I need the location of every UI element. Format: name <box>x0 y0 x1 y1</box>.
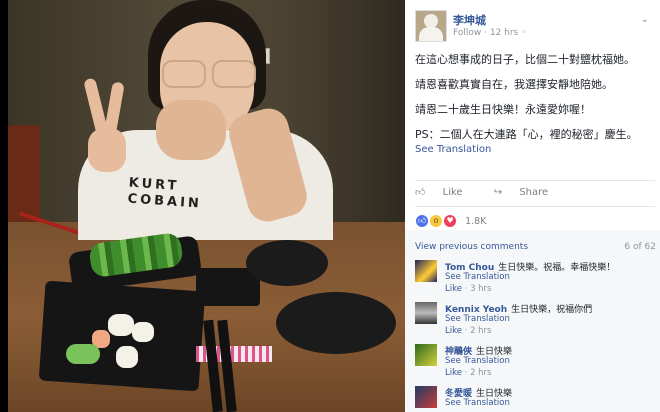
author-name[interactable]: 李坤城 <box>453 12 486 28</box>
post-side-panel: 李坤城 Follow · 12 hrs ◦ ⌄ 在這心想事成的日子，比個二十對鹽… <box>405 0 660 412</box>
wow-icon: o <box>429 214 444 228</box>
comment-like-link[interactable]: Like <box>445 326 462 336</box>
post-line: 靖恩喜歡真實自在，我選擇安靜地陪她。 <box>415 78 613 91</box>
post-line: 靖恩二十歲生日快樂！永遠愛妳喔！ <box>415 103 591 116</box>
reaction-count: 1.8K <box>465 215 487 227</box>
comment-like-link[interactable]: Like <box>445 284 462 294</box>
photo-v-sign-hand <box>83 77 126 188</box>
comment-text: 生日快樂。祝福。幸福快樂！ <box>498 263 616 273</box>
comment-time[interactable]: 2 hrs <box>470 368 491 378</box>
photo-hand-over-mouth <box>156 100 226 160</box>
screenshot-stage: KURT COBAIN 李坤城 Follow · 12 hrs ◦ ⌄ 在這心想… <box>0 0 660 412</box>
share-icon: ↪ <box>493 187 506 198</box>
comments-pager: 6 of 62 <box>624 242 656 252</box>
photo-radish <box>132 322 154 342</box>
comment-time[interactable]: 2 hrs <box>470 326 491 336</box>
comment-meta: Like · 3 hrs <box>445 284 492 294</box>
photo-radish <box>108 314 134 336</box>
love-icon: ♥ <box>443 214 458 228</box>
photo-radish <box>116 346 138 368</box>
post-header: 李坤城 Follow · 12 hrs ◦ ⌄ <box>415 10 655 46</box>
reactions-summary[interactable]: 👍︎ o ♥ 1.8K <box>415 214 486 228</box>
comment-meta: Like · 2 hrs <box>445 326 492 336</box>
post-line: PS：二個人在大連路「心，裡的秘密」慶生。 <box>415 128 638 141</box>
post-time[interactable]: 12 hrs <box>490 28 518 38</box>
photo-bowl <box>246 240 328 286</box>
like-icon: 👍︎ <box>415 214 429 228</box>
commenter-avatar[interactable] <box>415 260 437 282</box>
comment-item: Tom Chou 生日快樂。祝福。幸福快樂！ See Translation Li… <box>415 260 655 300</box>
post-actions: 👍︎ Like ↪ Share <box>415 186 576 204</box>
post-meta: Follow · 12 hrs ◦ <box>453 28 526 38</box>
view-previous-comments-link[interactable]: View previous comments <box>415 242 528 252</box>
see-translation-link[interactable]: See Translation <box>445 314 510 324</box>
globe-icon: ◦ <box>521 28 527 38</box>
thumbs-up-icon: 👍︎ <box>415 187 429 198</box>
follow-link[interactable]: Follow <box>453 28 481 38</box>
see-translation-link[interactable]: See Translation <box>445 356 510 366</box>
photo-plate-square <box>38 280 206 392</box>
comment-like-link[interactable]: Like <box>445 368 462 378</box>
chevron-down-icon[interactable]: ⌄ <box>641 14 649 25</box>
share-label: Share <box>519 187 549 198</box>
divider <box>415 180 655 181</box>
comment-item: 冬愛暖 生日快樂 See Translation <box>415 386 655 412</box>
post-line: 在這心想事成的日子，比個二十對鹽枕福她。 <box>415 53 635 66</box>
like-button[interactable]: 👍︎ Like <box>415 187 477 198</box>
post-photo[interactable]: KURT COBAIN <box>8 0 405 412</box>
comments-section: View previous comments 6 of 62 Tom Chou 生… <box>405 230 660 412</box>
see-translation-link[interactable]: See Translation <box>445 272 510 282</box>
see-translation-link[interactable]: See Translation <box>415 142 655 157</box>
comment-time[interactable]: 3 hrs <box>470 284 491 294</box>
comment-text: 生日快樂，祝福你們 <box>511 305 593 315</box>
photo-glasses <box>158 60 258 88</box>
comment-item: Kennix Yeoh 生日快樂，祝福你們 See Translation Lik… <box>415 302 655 342</box>
photo-cucumber <box>66 344 100 364</box>
like-label: Like <box>442 187 463 198</box>
comment-item: 神鵰俠 生日快樂 See Translation Like · 2 hrs <box>415 344 655 384</box>
commenter-avatar[interactable] <box>415 344 437 366</box>
see-translation-link[interactable]: See Translation <box>445 398 510 408</box>
photo-bowl <box>276 292 396 354</box>
commenter-avatar[interactable] <box>415 302 437 324</box>
share-button[interactable]: ↪ Share <box>494 187 562 198</box>
author-avatar[interactable] <box>415 10 447 42</box>
commenter-avatar[interactable] <box>415 386 437 408</box>
comment-meta: Like · 2 hrs <box>445 368 492 378</box>
post-body: 在這心想事成的日子，比個二十對鹽枕福她。 靖恩喜歡真實自在，我選擇安靜地陪她。 … <box>415 52 655 157</box>
divider <box>415 206 655 207</box>
